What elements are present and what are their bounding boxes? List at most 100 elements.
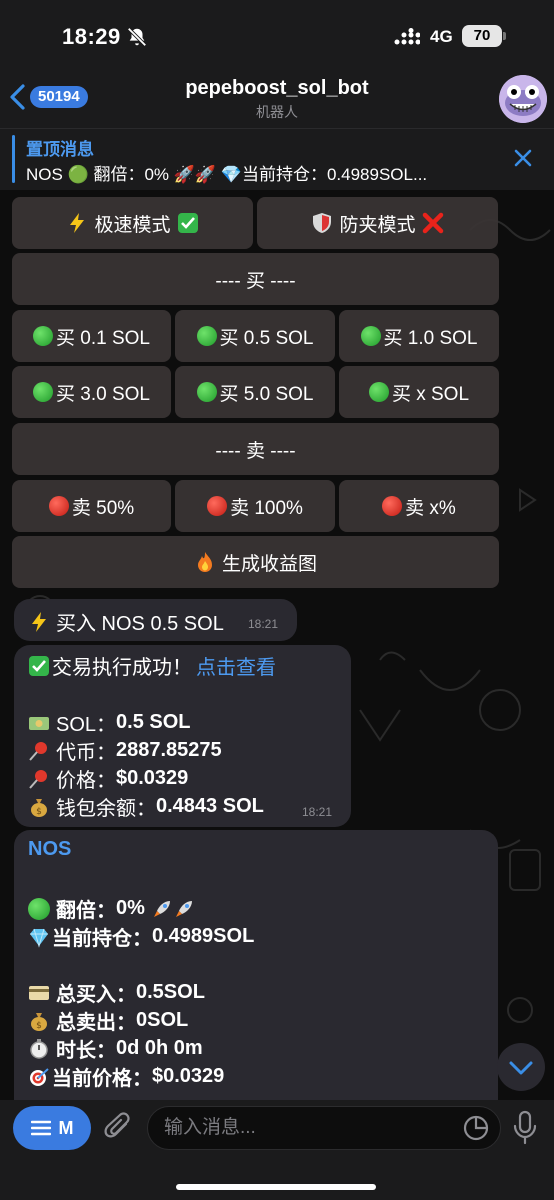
fast-mode-button[interactable]: 极速模式: [12, 197, 253, 249]
target-icon: [30, 1067, 49, 1086]
scroll-to-bottom-button[interactable]: [497, 1043, 545, 1091]
bot-avatar[interactable]: [499, 75, 547, 123]
buy-5.0-button[interactable]: 买 5.0 SOL: [175, 366, 335, 418]
price-value: $0.0329: [116, 767, 189, 789]
buy-0.1-button[interactable]: 买 0.1 SOL: [12, 310, 171, 362]
money-icon: [29, 716, 49, 730]
paperclip-icon[interactable]: [104, 1112, 134, 1144]
menu-label: M: [58, 1117, 74, 1138]
wallet-label: 钱包余额：: [56, 798, 156, 820]
microphone-icon[interactable]: [512, 1110, 538, 1146]
buy-3.0-button[interactable]: 买 3.0 SOL: [12, 366, 171, 418]
token-value: 2887.85275: [116, 739, 222, 761]
stopwatch-icon: [30, 1038, 48, 1059]
double-label: 翻倍：: [56, 900, 116, 922]
bell-muted-icon: [127, 27, 147, 47]
sticker-icon[interactable]: [462, 1114, 490, 1142]
message-text: 买入 NOS 0.5 SOL: [56, 613, 224, 635]
pinned-indicator: [12, 135, 15, 183]
sell-100-button[interactable]: 卖 100%: [175, 480, 335, 532]
buy-label: 买 x SOL: [391, 383, 470, 405]
check-box-icon: [29, 655, 49, 676]
rocket-icon: [175, 900, 192, 917]
total-buy-value: 0.5SOL: [136, 981, 205, 1003]
green-circle-icon: [28, 897, 50, 920]
buy-1.0-button[interactable]: 买 1.0 SOL: [339, 310, 499, 362]
message-bubble-buy[interactable]: 买入 NOS 0.5 SOL 18:21: [14, 599, 297, 641]
gem-icon: [30, 928, 48, 948]
pushpin-icon: [29, 741, 47, 761]
check-box-icon: [177, 213, 198, 233]
fast-mode-label: 极速模式: [94, 214, 171, 236]
message-bubble-trade-result[interactable]: 交易执行成功！ 点击查看 SOL： 0.5 SOL 代币： 2887.85275 价…: [14, 645, 351, 827]
bot-menu-button[interactable]: M: [13, 1106, 91, 1150]
buy-x-button[interactable]: 买 x SOL: [339, 366, 499, 418]
lightning-icon: [32, 611, 46, 632]
current-price-value: $0.0329: [152, 1065, 225, 1087]
buy-header-button[interactable]: ---- 买 ----: [12, 253, 499, 305]
shield-icon: [313, 213, 332, 233]
buy-label: 买 3.0 SOL: [56, 383, 150, 405]
red-circle-icon: [48, 496, 69, 516]
home-indicator: [176, 1184, 376, 1190]
chat-title[interactable]: pepeboost_sol_bot: [0, 77, 554, 100]
token-name-link[interactable]: NOS: [28, 838, 71, 861]
duration-label: 时长：: [56, 1040, 116, 1062]
status-bar: 18:29 4G 70: [0, 0, 554, 70]
pinned-message[interactable]: 置顶消息 NOS 🟢 翻倍：0% 🚀🚀 💎当前持仓：0.4989SOL...: [0, 128, 554, 190]
pinned-title: 置顶消息: [26, 140, 94, 159]
red-circle-icon: [207, 496, 228, 516]
trade-success-text: 交易执行成功！: [52, 657, 192, 679]
green-circle-icon: [33, 382, 53, 402]
sell-header-label: ---- 卖 ----: [215, 440, 296, 462]
message-bubble-position[interactable]: NOS 翻倍： 0% 当前持仓： 0.4989SOL 总买入： 0.5SOL $ 总卖…: [14, 830, 498, 1100]
buy-label: 买 0.1 SOL: [56, 327, 150, 349]
rocket-icon: [153, 900, 170, 917]
anti-sandwich-label: 防夹模式: [339, 214, 416, 236]
message-time: 18:21: [302, 805, 333, 819]
sell-50-button[interactable]: 卖 50%: [12, 480, 171, 532]
wallet-value: 0.4843 SOL: [156, 795, 264, 817]
double-value: 0%: [116, 897, 145, 919]
generate-chart-label: 生成收益图: [221, 553, 317, 575]
green-circle-icon: [368, 382, 389, 402]
sell-label: 卖 x%: [405, 497, 456, 519]
chat-header: 50194 pepeboost_sol_bot 机器人: [0, 70, 554, 128]
battery-cap: [503, 32, 506, 40]
svg-text:$: $: [36, 1021, 42, 1031]
message-input[interactable]: [147, 1106, 501, 1150]
message-time: 18:21: [248, 617, 279, 631]
sell-x-button[interactable]: 卖 x%: [339, 480, 499, 532]
buy-label: 买 5.0 SOL: [219, 383, 314, 405]
money-bag-icon: $: [31, 1012, 47, 1031]
total-sell-label: 总卖出：: [56, 1012, 136, 1034]
pushpin-icon: [29, 769, 47, 789]
sell-label: 卖 100%: [230, 497, 303, 519]
buy-0.5-button[interactable]: 买 0.5 SOL: [175, 310, 335, 362]
credit-card-icon: [29, 985, 49, 1000]
money-bag-icon: $: [31, 798, 47, 817]
battery-indicator: 70: [462, 25, 502, 47]
hamburger-menu-icon: [30, 1120, 51, 1136]
clock: 18:29: [62, 24, 121, 49]
anti-sandwich-button[interactable]: 防夹模式: [257, 197, 498, 249]
lightning-icon: [70, 213, 85, 233]
sol-value: 0.5 SOL: [116, 711, 191, 733]
fire-icon: [197, 552, 212, 572]
view-transaction-link[interactable]: 点击查看: [196, 651, 276, 680]
sell-header-button[interactable]: ---- 卖 ----: [12, 423, 499, 475]
token-label: 代币：: [56, 742, 116, 764]
buy-label: 买 0.5 SOL: [219, 327, 314, 349]
green-circle-icon: [196, 326, 217, 346]
svg-text:$: $: [36, 807, 42, 817]
chat-subtitle: 机器人: [256, 104, 298, 120]
pinned-text: NOS 🟢 翻倍：0% 🚀🚀 💎当前持仓：0.4989SOL...: [26, 165, 428, 184]
generate-chart-button[interactable]: 生成收益图: [12, 536, 499, 588]
composer-bar: M: [0, 1100, 554, 1200]
network-type: 4G: [430, 27, 453, 46]
red-circle-icon: [382, 496, 403, 516]
cross-mark-icon: [422, 212, 443, 234]
close-icon[interactable]: [512, 147, 534, 169]
buy-header-label: ---- 买 ----: [215, 270, 296, 292]
sol-label: SOL：: [56, 714, 117, 736]
